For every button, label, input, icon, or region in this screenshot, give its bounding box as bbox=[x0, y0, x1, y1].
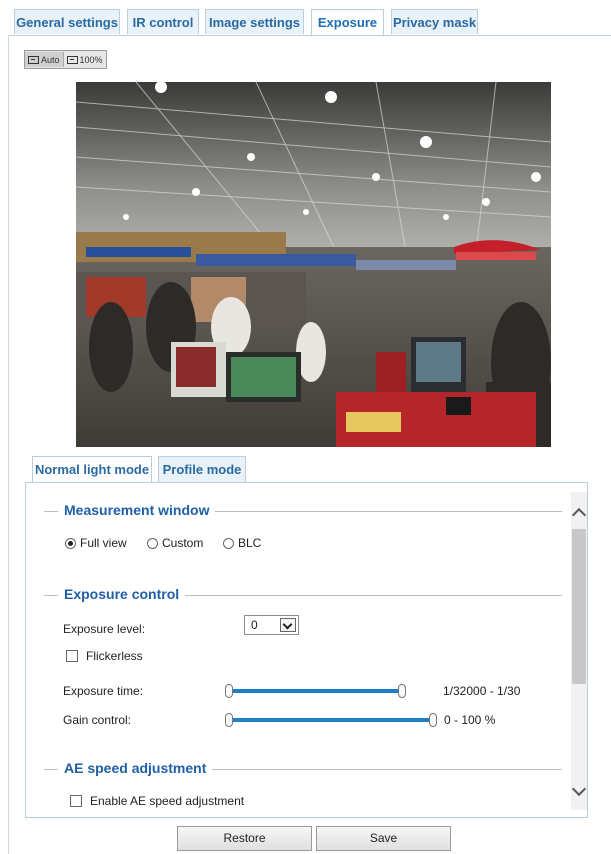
live-video-preview[interactable] bbox=[76, 82, 551, 447]
view-100-button[interactable]: 100% bbox=[64, 52, 106, 67]
custom-label: Custom bbox=[162, 536, 204, 550]
full-view-radio[interactable] bbox=[65, 538, 76, 549]
tab-image-settings[interactable]: Image settings bbox=[205, 9, 304, 34]
exposure-settings-panel: Measurement window Full view Custom BLC … bbox=[25, 482, 588, 818]
view-auto-label: Auto bbox=[41, 54, 60, 65]
gain-min-handle[interactable] bbox=[225, 713, 233, 727]
restore-button[interactable]: Restore bbox=[177, 826, 312, 851]
tab-divider bbox=[8, 35, 611, 36]
exposure-level-select[interactable]: 0 bbox=[244, 615, 299, 635]
tab-exposure[interactable]: Exposure bbox=[311, 9, 384, 36]
tab-privacy-mask[interactable]: Privacy mask bbox=[391, 9, 478, 34]
enable-ae-speed-label: Enable AE speed adjustment bbox=[90, 794, 245, 808]
view-mode-group: Auto 100% bbox=[24, 50, 107, 69]
exposure-time-range: 1/32000 - 1/30 bbox=[443, 684, 521, 698]
exposure-level-value: 0 bbox=[251, 618, 258, 632]
fit-icon bbox=[28, 55, 39, 64]
camera-view-image bbox=[76, 82, 551, 447]
chevron-down-icon bbox=[280, 618, 296, 632]
gain-range: 0 - 100 % bbox=[444, 713, 496, 727]
view-100-label: 100% bbox=[79, 54, 103, 65]
tab-general-settings[interactable]: General settings bbox=[14, 9, 120, 34]
actual-size-icon bbox=[66, 55, 78, 64]
flickerless-checkbox[interactable] bbox=[66, 650, 78, 662]
view-auto-button[interactable]: Auto bbox=[25, 52, 64, 67]
ae-speed-title: AE speed adjustment bbox=[58, 760, 213, 776]
exposure-level-label: Exposure level: bbox=[63, 622, 146, 636]
scroll-thumb[interactable] bbox=[572, 529, 586, 684]
tab-profile-mode[interactable]: Profile mode bbox=[158, 456, 246, 482]
exposure-time-label: Exposure time: bbox=[63, 684, 144, 698]
flickerless-label: Flickerless bbox=[86, 649, 143, 663]
gain-control-slider[interactable] bbox=[229, 718, 434, 722]
scroll-up-arrow-icon[interactable] bbox=[571, 507, 587, 523]
full-view-label: Full view bbox=[80, 536, 127, 550]
custom-radio[interactable] bbox=[147, 538, 158, 549]
save-button[interactable]: Save bbox=[316, 826, 451, 851]
exposure-control-title: Exposure control bbox=[58, 586, 186, 602]
gain-max-handle[interactable] bbox=[429, 713, 437, 727]
tab-normal-light-mode[interactable]: Normal light mode bbox=[32, 456, 152, 483]
panel-scrollbar[interactable] bbox=[571, 492, 587, 810]
exposure-time-max-handle[interactable] bbox=[398, 684, 406, 698]
scroll-down-arrow-icon[interactable] bbox=[571, 781, 587, 797]
blc-radio[interactable] bbox=[223, 538, 234, 549]
tab-ir-control[interactable]: IR control bbox=[127, 9, 199, 34]
gain-control-label: Gain control: bbox=[63, 713, 132, 727]
exposure-time-min-handle[interactable] bbox=[225, 684, 233, 698]
measurement-window-title: Measurement window bbox=[58, 502, 216, 518]
exposure-time-slider[interactable] bbox=[229, 689, 404, 693]
enable-ae-speed-checkbox[interactable] bbox=[70, 795, 82, 807]
blc-label: BLC bbox=[238, 536, 262, 550]
left-border bbox=[8, 35, 9, 854]
